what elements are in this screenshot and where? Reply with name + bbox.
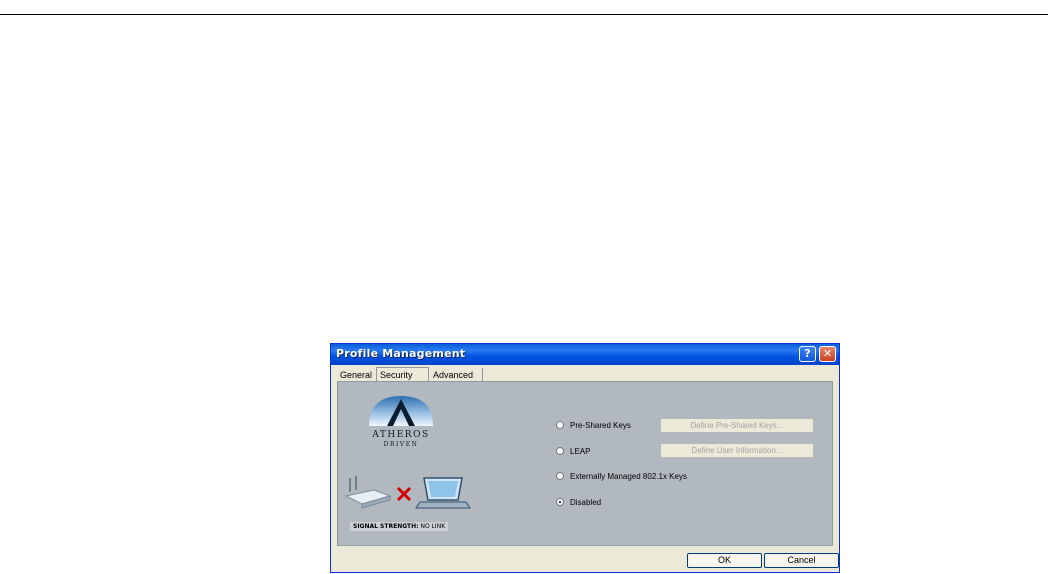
radio-pre-shared-keys[interactable]: [556, 421, 564, 429]
define-user-information-button[interactable]: Define User Information...: [660, 443, 814, 458]
atheros-logo: ATHEROS DRIVEN: [369, 396, 433, 448]
radio-label-leap[interactable]: LEAP: [570, 446, 590, 457]
title-bar[interactable]: Profile Management ? ✕: [331, 344, 839, 365]
signal-strength-status: SIGNAL STRENGTH: NO LINK: [350, 522, 449, 531]
cancel-button[interactable]: Cancel: [764, 553, 839, 568]
radio-externally-managed-keys[interactable]: [556, 472, 564, 480]
tab-general[interactable]: General: [337, 368, 377, 382]
radio-label-externally-managed-keys[interactable]: Externally Managed 802.1x Keys: [570, 471, 687, 482]
profile-management-dialog: Profile Management ? ✕ General Security …: [330, 343, 840, 573]
top-divider-line: [0, 14, 1048, 15]
radio-disabled[interactable]: [556, 498, 564, 506]
radio-label-pre-shared-keys[interactable]: Pre-Shared Keys: [570, 420, 631, 431]
tab-advanced[interactable]: Advanced: [430, 368, 483, 382]
signal-strength-label: SIGNAL STRENGTH:: [353, 523, 419, 530]
radio-leap[interactable]: [556, 447, 564, 455]
router-icon: [344, 476, 392, 509]
help-button[interactable]: ?: [799, 346, 816, 362]
close-button[interactable]: ✕: [819, 346, 836, 362]
no-link-x-icon: [396, 486, 412, 502]
laptop-icon: [415, 477, 471, 509]
security-panel: ATHEROS DRIVEN SIGNAL STRENGTH: NO LINK …: [337, 381, 833, 546]
define-pre-shared-keys-button[interactable]: Define Pre-Shared Keys...: [660, 418, 814, 433]
window-title: Profile Management: [336, 347, 466, 360]
logo-text-atheros: ATHEROS: [371, 430, 429, 440]
radio-label-disabled[interactable]: Disabled: [570, 497, 601, 508]
connection-status-graphic: [344, 476, 471, 509]
logo-text-driven: DRIVEN: [384, 441, 419, 448]
tab-security[interactable]: Security: [376, 367, 429, 382]
signal-strength-value: NO LINK: [420, 523, 446, 530]
ok-button[interactable]: OK: [687, 553, 762, 568]
